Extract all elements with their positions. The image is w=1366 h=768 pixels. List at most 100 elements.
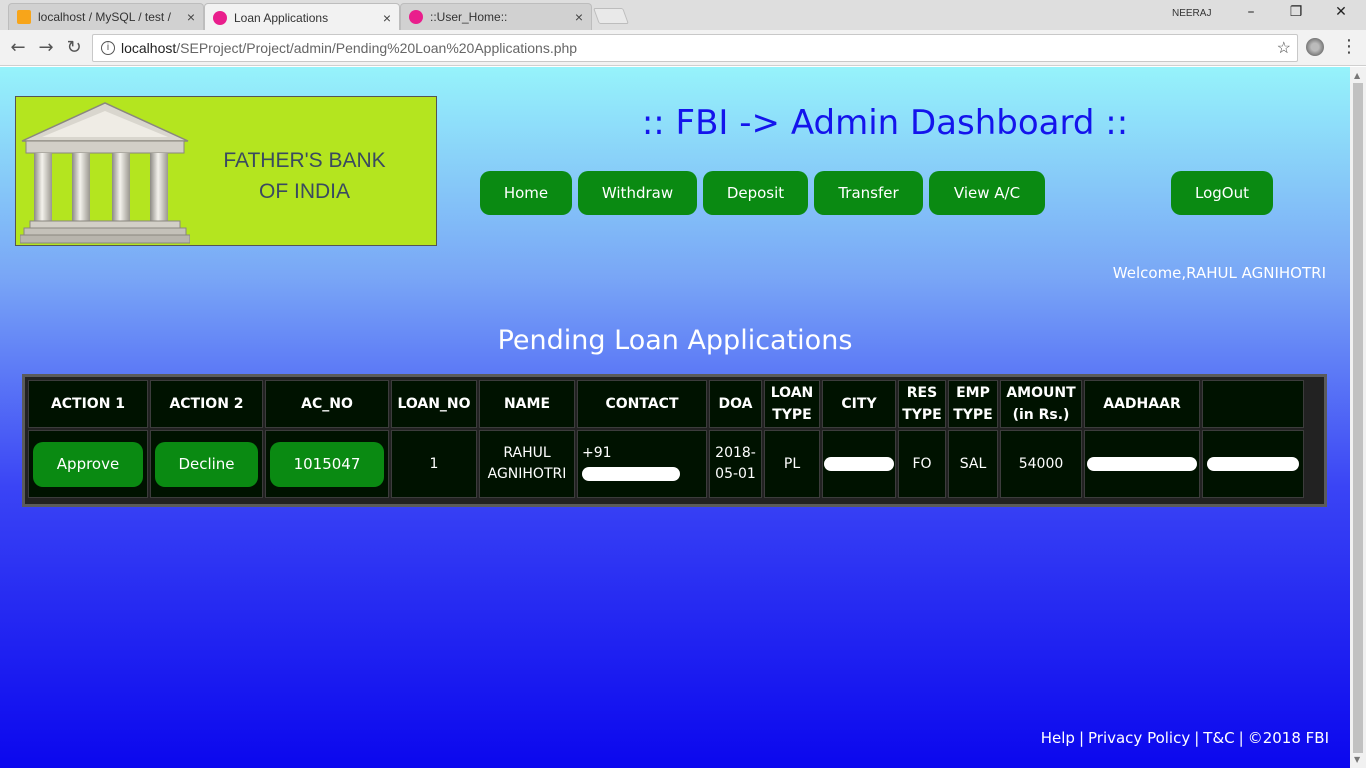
welcome-message: Welcome,RAHUL AGNIHOTRI (1112, 264, 1326, 282)
scroll-down-icon[interactable]: ▼ (1354, 755, 1360, 764)
cell-loan-no: 1 (391, 430, 477, 498)
col-header-label: NAME (503, 396, 551, 412)
restore-icon[interactable]: ❐ (1281, 4, 1311, 20)
nav-home-button[interactable]: Home (480, 171, 572, 215)
cell-res-type: FO (898, 430, 946, 498)
redaction-mark (1207, 456, 1299, 471)
col-header-label: LOAN_NO (397, 396, 471, 412)
tab-title: localhost / MySQL / test / (38, 10, 171, 24)
cell-city (822, 430, 896, 498)
footer-separator: | (1238, 729, 1244, 747)
col-header: ACTION 2 (150, 380, 263, 428)
col-header-label: ACTION 1 (50, 396, 126, 412)
col-header-label: AMOUNT (1006, 385, 1076, 401)
privacy-policy-link[interactable]: Privacy Policy (1088, 729, 1190, 747)
col-header-label: CONTACT (605, 396, 679, 412)
tab-title: ::User_Home:: (430, 10, 508, 24)
phpmyadmin-icon (17, 10, 31, 24)
help-link[interactable]: Help (1041, 729, 1075, 747)
doa-line2: 05-01 (715, 466, 756, 482)
forward-icon[interactable]: → (34, 37, 58, 58)
extension-icon[interactable] (1306, 38, 1324, 56)
site-favicon-icon (213, 10, 227, 25)
col-header: ACTION 1 (28, 380, 148, 428)
col-header: AMOUNT (in Rs.) (1000, 380, 1082, 428)
tab-title: Loan Applications (234, 10, 329, 25)
cell-aadhaar (1084, 430, 1200, 498)
doa-line1: 2018- (715, 445, 756, 461)
cell-emp-type: SAL (948, 430, 998, 498)
browser-toolbar: ← → ↻ i localhost/SEProject/Project/admi… (0, 30, 1366, 66)
name-line1: RAHUL (503, 445, 551, 461)
table-row: Approve Decline 1015047 1 RAHUL AGNIHOTRI… (28, 430, 1304, 498)
col-header: LOAN_NO (391, 380, 477, 428)
redaction-mark (582, 467, 680, 481)
loan-table-container: ACTION 1 ACTION 2 AC_NO LOAN_NO NAME CON… (22, 374, 1327, 507)
col-header-label: TYPE (902, 407, 942, 423)
new-tab-button[interactable] (593, 8, 629, 24)
col-header: RES TYPE (898, 380, 946, 428)
nav-withdraw-button[interactable]: Withdraw (578, 171, 697, 215)
tab-loan-applications[interactable]: Loan Applications × (204, 3, 400, 31)
close-window-icon[interactable]: ✕ (1326, 4, 1356, 20)
col-header-label: AADHAAR (1103, 396, 1181, 412)
tab-phpmyadmin[interactable]: localhost / MySQL / test / × (8, 3, 204, 30)
bank-name-line2: OF INDIA (258, 180, 350, 203)
bank-name: FATHER'S BANK OF INDIA (192, 145, 417, 207)
close-icon[interactable]: × (187, 9, 195, 25)
close-icon[interactable]: × (383, 10, 391, 26)
close-icon[interactable]: × (575, 9, 583, 25)
col-header: CITY (822, 380, 896, 428)
cell-action2: Decline (150, 430, 263, 498)
nav-view-ac-button[interactable]: View A/C (929, 171, 1045, 215)
approve-button[interactable]: Approve (33, 441, 143, 487)
menu-icon[interactable]: ⋮ (1340, 36, 1358, 57)
cell-ac-no: 1015047 (265, 430, 389, 498)
info-icon[interactable]: i (101, 41, 115, 55)
site-favicon-icon (409, 10, 423, 24)
redaction-mark (824, 456, 894, 471)
col-header-label: RES (906, 385, 938, 401)
logout-button[interactable]: LogOut (1171, 171, 1273, 215)
cell-extra (1202, 430, 1304, 498)
col-header: NAME (479, 380, 575, 428)
vertical-scrollbar[interactable]: ▲ ▼ (1350, 67, 1366, 768)
url-path: /SEProject/Project/admin/Pending%20Loan%… (176, 40, 578, 56)
col-header: DOA (709, 380, 762, 428)
col-header-label: TYPE (772, 407, 812, 423)
loan-table: ACTION 1 ACTION 2 AC_NO LOAN_NO NAME CON… (26, 378, 1306, 500)
col-header: CONTACT (577, 380, 707, 428)
back-icon[interactable]: ← (6, 37, 30, 58)
col-header-label: ACTION 2 (169, 396, 244, 412)
decline-button[interactable]: Decline (155, 441, 258, 487)
cell-loan-type: PL (764, 430, 820, 498)
cell-doa: 2018- 05-01 (709, 430, 762, 498)
nav-transfer-button[interactable]: Transfer (814, 171, 923, 215)
nav-deposit-button[interactable]: Deposit (703, 171, 808, 215)
col-header-label: AC_NO (301, 396, 353, 412)
address-bar[interactable]: i localhost/SEProject/Project/admin/Pend… (92, 34, 1298, 62)
bank-building-icon (20, 102, 190, 244)
col-header-label: DOA (718, 396, 753, 412)
redaction-mark (1087, 456, 1197, 471)
name-line2: AGNIHOTRI (487, 466, 567, 482)
col-header-label: CITY (841, 396, 877, 412)
col-header: EMP TYPE (948, 380, 998, 428)
scrollbar-thumb[interactable] (1353, 83, 1363, 753)
account-number-button[interactable]: 1015047 (270, 441, 384, 487)
browser-tab-strip: localhost / MySQL / test / × Loan Applic… (0, 0, 1366, 31)
scroll-up-icon[interactable]: ▲ (1354, 71, 1360, 80)
col-header-label: TYPE (953, 407, 993, 423)
bookmark-star-icon[interactable]: ☆ (1277, 38, 1291, 58)
page-title: :: FBI -> Admin Dashboard :: (641, 103, 1129, 143)
table-header-row: ACTION 1 ACTION 2 AC_NO LOAN_NO NAME CON… (28, 380, 1304, 428)
minimize-icon[interactable]: – (1236, 4, 1266, 20)
cell-name: RAHUL AGNIHOTRI (479, 430, 575, 498)
tab-user-home[interactable]: ::User_Home:: × (400, 3, 592, 30)
cell-contact: +91 (577, 430, 707, 498)
reload-icon[interactable]: ↻ (62, 37, 86, 58)
col-header (1202, 380, 1304, 428)
terms-link[interactable]: T&C (1203, 729, 1234, 747)
col-header: AC_NO (265, 380, 389, 428)
section-title: Pending Loan Applications (497, 325, 853, 356)
